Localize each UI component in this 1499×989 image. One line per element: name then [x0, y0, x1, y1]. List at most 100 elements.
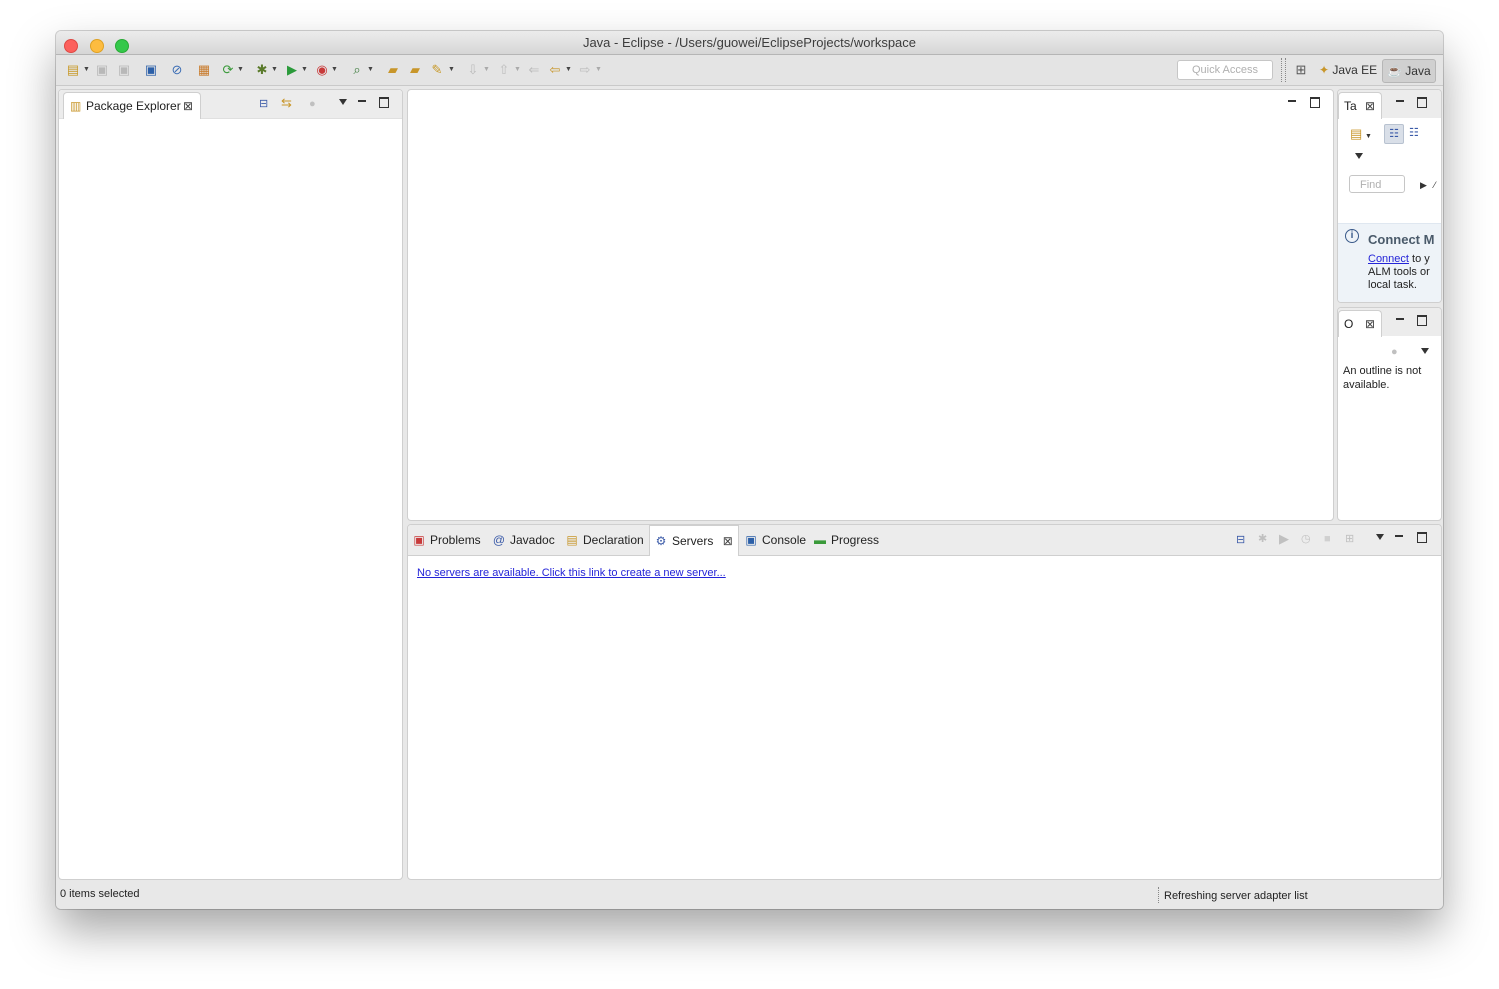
close-window-button[interactable]: [64, 39, 78, 53]
task-view-menu-icon[interactable]: [1355, 153, 1363, 159]
view-menu-icon[interactable]: [339, 99, 347, 105]
connect-text-line2: ALM tools or: [1368, 266, 1430, 278]
debug-dropdown-icon[interactable]: ▼: [271, 66, 278, 73]
run-icon[interactable]: ▶: [284, 62, 300, 78]
maximize-icon[interactable]: [379, 97, 389, 108]
connect-link[interactable]: Connect: [1368, 253, 1409, 265]
perspective-java[interactable]: ☕ Java: [1382, 59, 1436, 83]
next-annotation-icon[interactable]: ⇩: [465, 62, 481, 78]
minimize-icon[interactable]: [358, 100, 366, 102]
profile-server-icon[interactable]: ◷: [1301, 533, 1311, 545]
refresh-icon[interactable]: ⟳: [220, 62, 236, 78]
package-explorer-panel: ▥ Package Explorer ⊠ ⊟ ⇆ ●: [58, 89, 403, 880]
tab-console[interactable]: ▣ Console: [744, 525, 806, 555]
forward-dropdown-icon[interactable]: ▼: [595, 66, 602, 73]
new-task-dropdown-icon[interactable]: ▼: [1365, 131, 1372, 143]
close-icon[interactable]: ⊠: [1365, 93, 1375, 119]
last-edit-icon[interactable]: ⇐: [526, 62, 542, 78]
outline-view-menu-icon[interactable]: [1421, 348, 1429, 354]
editor-area[interactable]: [407, 89, 1334, 521]
open-perspective-icon[interactable]: ⊞: [1293, 62, 1309, 78]
pen-dropdown-icon[interactable]: ▼: [448, 66, 455, 73]
tab-declaration[interactable]: ▤ Declaration: [565, 525, 644, 555]
tab-javadoc[interactable]: @ Javadoc: [492, 525, 555, 555]
external-tools-icon[interactable]: ◉: [314, 62, 330, 78]
minimize-icon[interactable]: [1396, 100, 1404, 102]
create-server-link[interactable]: No servers are available. Click this lin…: [417, 567, 726, 579]
focus-icon[interactable]: ●: [309, 98, 316, 110]
status-separator: [1158, 887, 1160, 903]
maximize-icon[interactable]: [1417, 532, 1427, 543]
status-bar: 0 items selected Refreshing server adapt…: [56, 881, 1443, 909]
activate-icon[interactable]: ⁄: [1434, 179, 1436, 191]
close-icon[interactable]: ⊠: [723, 534, 733, 548]
prev-annotation-icon[interactable]: ⇧: [496, 62, 512, 78]
maximize-icon[interactable]: [1417, 97, 1427, 108]
save-icon[interactable]: ▣: [94, 62, 110, 78]
collapse-all-icon[interactable]: ⊟: [1236, 534, 1245, 546]
debug-server-icon[interactable]: ✱: [1258, 533, 1267, 545]
debug-icon[interactable]: ✱: [254, 62, 270, 78]
editor-minimize-icon[interactable]: [1288, 100, 1296, 102]
link-with-editor-icon[interactable]: ⇆: [281, 96, 292, 109]
tab-problems[interactable]: ▣ Problems: [412, 525, 481, 555]
stop-server-icon[interactable]: ■: [1324, 533, 1331, 545]
perspective-java-ee-label: Java EE: [1332, 63, 1378, 77]
back-icon[interactable]: ⇦: [547, 62, 563, 78]
java-icon: ☕: [1387, 64, 1402, 78]
search-icon[interactable]: ⌕: [349, 62, 365, 78]
new-icon[interactable]: ▤: [65, 62, 81, 78]
tab-servers[interactable]: ⚙ Servers ⊠: [649, 525, 739, 556]
tab-progress[interactable]: ▬ Progress: [813, 525, 879, 555]
forward-icon[interactable]: ⇨: [577, 62, 593, 78]
minimize-icon[interactable]: [1396, 318, 1404, 320]
zoom-window-button[interactable]: [115, 39, 130, 53]
start-server-icon[interactable]: ▶: [1279, 532, 1289, 545]
progress-status: Refreshing server adapter list: [1164, 890, 1308, 902]
editor-maximize-icon[interactable]: [1310, 97, 1320, 108]
terminal-icon[interactable]: ▣: [143, 62, 159, 78]
open-folder-icon[interactable]: ▰: [407, 62, 423, 78]
maximize-icon[interactable]: [1417, 315, 1427, 326]
refresh-dropdown-icon[interactable]: ▼: [237, 66, 244, 73]
tab-problems-label: Problems: [430, 533, 481, 547]
tab-package-explorer[interactable]: ▥ Package Explorer ⊠: [63, 92, 201, 119]
package-explorer-icon: ▥: [70, 99, 82, 113]
prev-annotation-dropdown-icon[interactable]: ▼: [514, 66, 521, 73]
outline-panel: O ⊠ ● An outline is not available.: [1337, 307, 1442, 521]
connect-title: Connect M: [1368, 232, 1435, 247]
next-annotation-dropdown-icon[interactable]: ▼: [483, 66, 490, 73]
tab-task-list[interactable]: Ta ⊠: [1338, 92, 1382, 119]
categorized-icon[interactable]: ☷: [1384, 124, 1404, 144]
close-icon[interactable]: ⊠: [1365, 311, 1375, 337]
perspective-java-ee[interactable]: ✦ Java EE: [1319, 59, 1377, 81]
open-type-icon[interactable]: ▰: [385, 62, 401, 78]
scheduled-icon[interactable]: ☷: [1409, 127, 1419, 139]
minimize-window-button[interactable]: [89, 39, 104, 53]
minimize-icon[interactable]: [1395, 535, 1403, 537]
run-dropdown-icon[interactable]: ▼: [301, 66, 308, 73]
focus-icon[interactable]: ●: [1391, 346, 1398, 358]
search-dropdown-icon[interactable]: ▼: [367, 66, 374, 73]
bottom-view-menu-icon[interactable]: [1376, 534, 1384, 540]
new-dropdown-icon[interactable]: ▼: [83, 66, 90, 73]
publish-icon[interactable]: ⊞: [1345, 533, 1354, 545]
tab-console-label: Console: [762, 533, 807, 547]
close-icon[interactable]: ⊠: [183, 93, 193, 119]
save-all-icon[interactable]: ▣: [116, 62, 132, 78]
outline-message: An outline is not available.: [1343, 365, 1422, 391]
tab-declaration-label: Declaration: [583, 533, 644, 547]
expand-arrow-icon[interactable]: ▶: [1420, 179, 1427, 191]
new-task-icon[interactable]: ▤: [1350, 127, 1362, 140]
tab-outline[interactable]: O ⊠: [1338, 310, 1382, 337]
pen-icon[interactable]: ✎: [429, 62, 445, 78]
package-icon[interactable]: ▦: [196, 62, 212, 78]
quick-access-input[interactable]: Quick Access: [1177, 60, 1273, 80]
back-dropdown-icon[interactable]: ▼: [565, 66, 572, 73]
external-tools-dropdown-icon[interactable]: ▼: [331, 66, 338, 73]
collapse-all-icon[interactable]: ⊟: [259, 98, 268, 110]
find-input[interactable]: Find: [1349, 175, 1405, 193]
perspective-java-label: Java: [1405, 64, 1431, 78]
connect-text-line1: to y: [1408, 253, 1430, 265]
skip-breakpoints-icon[interactable]: ⊘: [169, 62, 185, 78]
